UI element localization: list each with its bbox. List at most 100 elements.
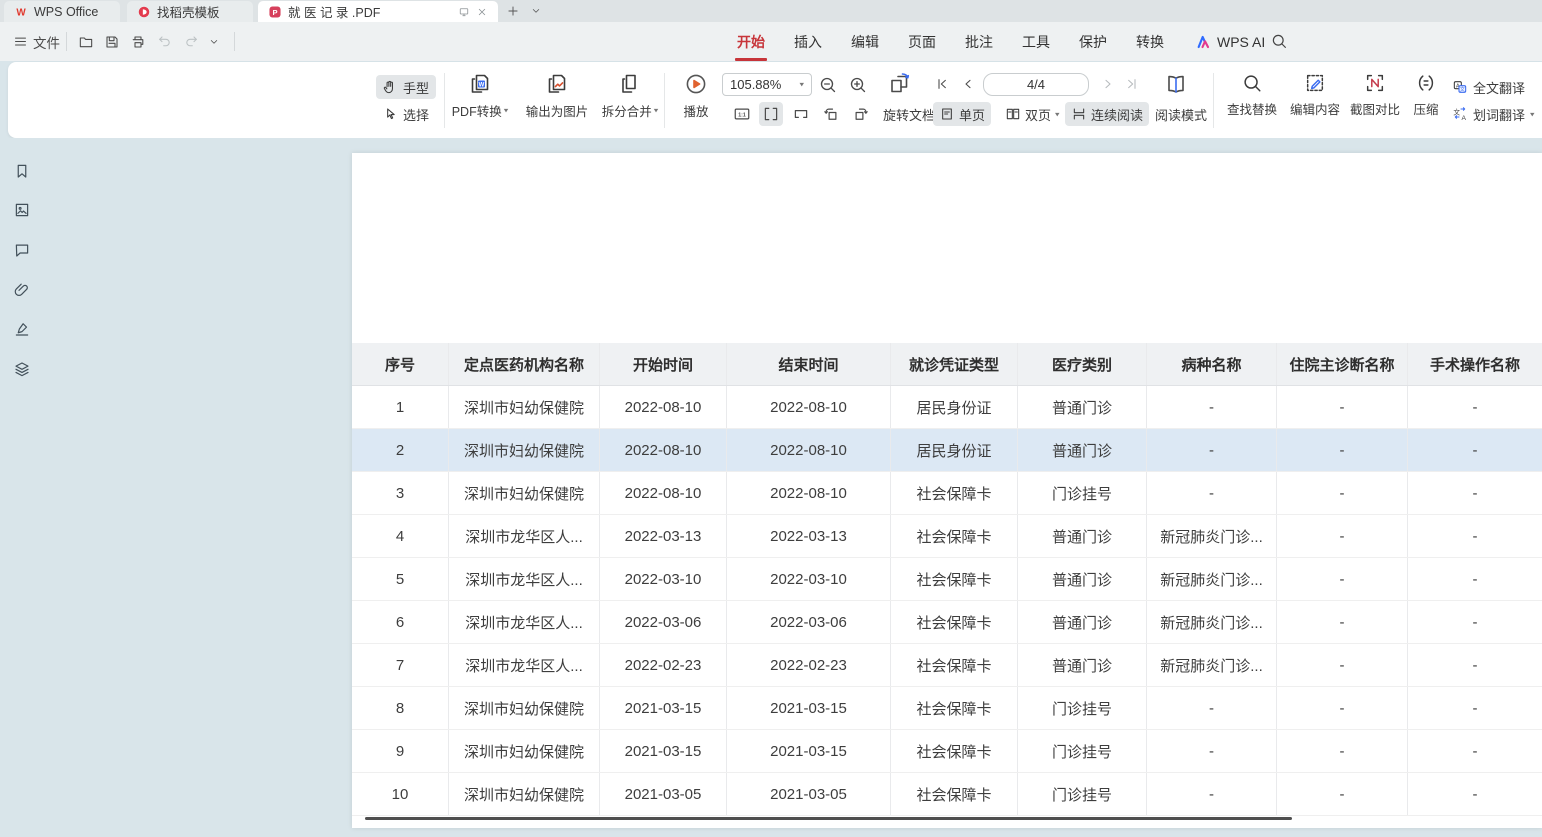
print-button[interactable] (130, 22, 146, 61)
attachment-icon[interactable] (13, 281, 32, 300)
word-translate-label: 划词翻译 (1473, 105, 1525, 124)
menu-tools[interactable]: 工具 (1020, 22, 1052, 62)
rotate-doc-label: 旋转文档 (883, 105, 935, 124)
table-cell: - (1277, 472, 1408, 514)
rotate-doc-button[interactable]: 旋转文档 (877, 102, 941, 126)
word-translate-icon: 文A (1452, 106, 1468, 122)
table-cell: 2022-08-10 (727, 429, 891, 471)
table-cell: 6 (352, 601, 449, 643)
svg-text:W: W (479, 82, 485, 88)
zoom-in-button[interactable] (848, 75, 868, 95)
table-row: 3深圳市妇幼保健院2022-08-102022-08-10社会保障卡门诊挂号--… (352, 472, 1542, 515)
find-replace-button[interactable]: 查找替换 (1220, 72, 1284, 118)
tab-list-button[interactable] (530, 0, 542, 22)
undo-button[interactable] (157, 22, 173, 61)
table-row: 7深圳市龙华区人...2022-02-232022-02-23社会保障卡普通门诊… (352, 644, 1542, 687)
svg-text:文: 文 (1453, 107, 1460, 116)
quickbar-more-button[interactable] (208, 22, 220, 61)
file-menu-button[interactable]: 文件 (13, 22, 60, 61)
last-page-button[interactable] (1124, 76, 1140, 92)
select-tool-button[interactable]: 选择 (376, 102, 436, 126)
wps-ai-logo-icon (1196, 34, 1212, 50)
open-file-button[interactable] (78, 22, 94, 61)
rotate-left-button[interactable] (819, 102, 843, 126)
comment-icon[interactable] (13, 241, 32, 260)
export-image-button[interactable]: 输出为图片 (518, 72, 596, 120)
pdf-convert-button[interactable]: W PDF转换▾ (442, 72, 518, 120)
thumbnails-icon[interactable] (13, 201, 32, 220)
horizontal-scrollbar[interactable] (365, 817, 1292, 820)
save-button[interactable] (104, 22, 120, 61)
zoom-level-select[interactable]: 105.88% ▾ (722, 73, 812, 96)
table-cell: 2022-08-10 (727, 472, 891, 514)
table-row: 2深圳市妇幼保健院2022-08-102022-08-10居民身份证普通门诊--… (352, 429, 1542, 472)
single-page-button[interactable]: 单页 (933, 102, 991, 126)
tab-wps-home[interactable]: W WPS Office (4, 1, 120, 22)
menu-insert[interactable]: 插入 (792, 22, 824, 62)
full-translate-button[interactable]: A文 全文翻译 (1446, 75, 1531, 99)
compress-button[interactable]: 压缩 (1404, 72, 1448, 118)
single-page-label: 单页 (959, 105, 985, 124)
prev-page-button[interactable] (960, 76, 976, 92)
rotate-right-button[interactable] (849, 102, 873, 126)
menu-page[interactable]: 页面 (906, 22, 938, 62)
rotate-doc-icon-button[interactable] (888, 72, 912, 96)
fit-page-button[interactable] (759, 102, 783, 126)
table-cell: 深圳市龙华区人... (449, 601, 600, 643)
two-page-icon (1005, 106, 1021, 122)
table-cell: 社会保障卡 (891, 558, 1018, 600)
menu-icon (13, 34, 28, 49)
rotate-left-icon (822, 105, 840, 123)
table-header-row: 序号定点医药机构名称开始时间结束时间就诊凭证类型医疗类别病种名称住院主诊断名称手… (352, 343, 1542, 386)
layers-icon[interactable] (13, 360, 32, 379)
column-header: 就诊凭证类型 (891, 343, 1018, 385)
wps-ai-button[interactable]: WPS AI (1196, 22, 1265, 61)
menu-protect[interactable]: 保护 (1077, 22, 1109, 62)
menu-convert[interactable]: 转换 (1134, 22, 1166, 62)
table-cell: - (1408, 730, 1542, 772)
new-tab-button[interactable] (506, 0, 520, 22)
page-indicator-input[interactable]: 4/4 (983, 73, 1089, 96)
column-header: 病种名称 (1147, 343, 1277, 385)
tab-docer-templates[interactable]: 找稻壳模板 (127, 1, 253, 22)
redo-icon (183, 34, 199, 50)
menu-annotate[interactable]: 批注 (963, 22, 995, 62)
close-tab-icon[interactable] (476, 6, 488, 18)
first-page-button[interactable] (934, 76, 950, 92)
table-row: 8深圳市妇幼保健院2021-03-152021-03-15社会保障卡门诊挂号--… (352, 687, 1542, 730)
tab-document-pdf[interactable]: P 就 医 记 录 .PDF (258, 1, 498, 22)
menu-search-button[interactable] (1270, 32, 1288, 55)
table-cell: 2022-08-10 (727, 386, 891, 428)
monitor-icon[interactable] (458, 6, 470, 18)
table-cell: - (1147, 730, 1277, 772)
next-page-button[interactable] (1100, 76, 1116, 92)
zoom-out-button[interactable] (818, 75, 838, 95)
signature-icon[interactable] (13, 320, 32, 339)
menu-home[interactable]: 开始 (735, 22, 767, 62)
read-mode-icon-button[interactable] (1164, 72, 1188, 96)
print-icon (130, 34, 146, 50)
menu-edit[interactable]: 编辑 (849, 22, 881, 62)
table-cell: 深圳市妇幼保健院 (449, 429, 600, 471)
svg-text:1:1: 1:1 (738, 112, 746, 118)
continuous-read-button[interactable]: 连续阅读 (1065, 102, 1149, 126)
fit-width-button[interactable] (789, 102, 813, 126)
redo-button[interactable] (183, 22, 199, 61)
hand-tool-button[interactable]: 手型 (376, 75, 436, 99)
edit-content-button[interactable]: 编辑内容 (1284, 72, 1346, 118)
table-cell: 2022-03-13 (600, 515, 727, 557)
zoom-in-icon (848, 75, 868, 95)
word-translate-button[interactable]: 文A 划词翻译▾ (1446, 102, 1541, 126)
bookmark-icon[interactable] (13, 162, 32, 181)
screenshot-compare-button[interactable]: 截图对比 (1344, 72, 1406, 118)
two-page-button[interactable]: 双页▾ (999, 102, 1066, 126)
actual-size-button[interactable]: 1:1 (730, 102, 754, 126)
play-button[interactable]: 播放 (672, 72, 720, 120)
read-mode-button[interactable]: 阅读模式 (1149, 102, 1213, 126)
table-cell: 深圳市龙华区人... (449, 515, 600, 557)
fit-width-icon (792, 105, 810, 123)
first-page-icon (934, 76, 950, 92)
split-merge-button[interactable]: 拆分合并▾ (592, 72, 668, 120)
table-cell: 深圳市龙华区人... (449, 644, 600, 686)
column-header: 定点医药机构名称 (449, 343, 600, 385)
